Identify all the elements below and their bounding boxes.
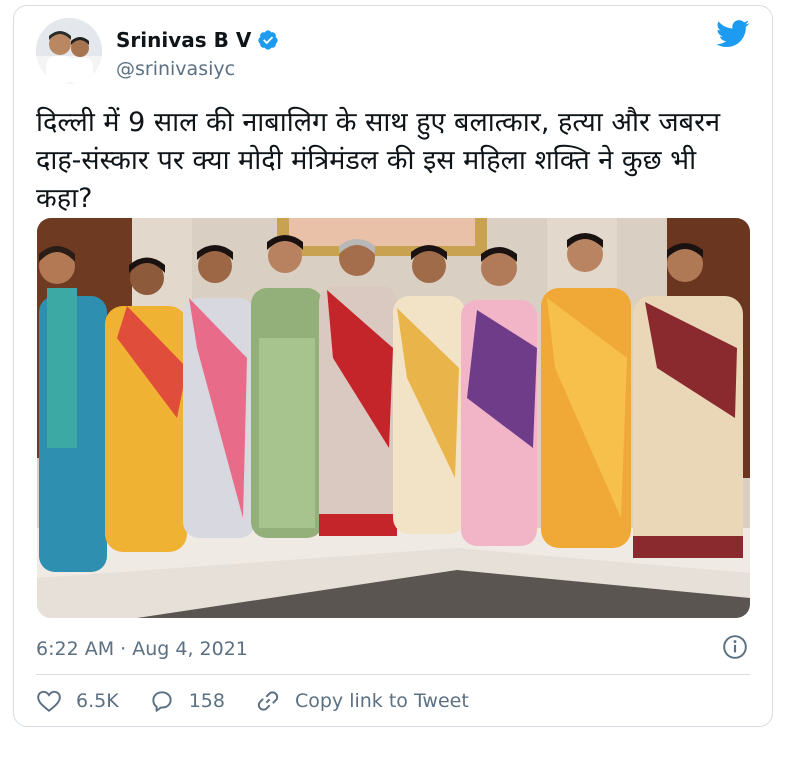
tweet-actions: 6.5K 158 Copy link to Tweet bbox=[36, 688, 499, 714]
reply-button[interactable]: 158 bbox=[149, 688, 225, 714]
tweet-text: दिल्ली में 9 साल की नाबालिग के साथ हुए ब… bbox=[36, 107, 721, 214]
avatar[interactable] bbox=[36, 18, 102, 84]
copy-link-label: Copy link to Tweet bbox=[294, 690, 469, 712]
link-icon bbox=[257, 691, 279, 711]
author-name-row[interactable]: Srinivas B V bbox=[116, 28, 279, 52]
tweet-photo[interactable] bbox=[37, 218, 750, 618]
copy-link-button[interactable]: Copy link to Tweet bbox=[255, 688, 469, 714]
twitter-bird-icon[interactable] bbox=[716, 20, 750, 48]
divider bbox=[36, 674, 750, 675]
reply-bubble-icon bbox=[152, 691, 172, 712]
tweet-timestamp[interactable]: 6:22 AM · Aug 4, 2021 bbox=[36, 638, 248, 660]
heart-icon bbox=[37, 690, 61, 712]
tweet-card: Srinivas B V @srinivasiyc दिल्ली में 9 स… bbox=[13, 5, 773, 727]
reply-count: 158 bbox=[188, 690, 225, 712]
author-handle[interactable]: @srinivasiyc bbox=[116, 58, 235, 80]
like-button[interactable]: 6.5K bbox=[36, 688, 119, 714]
group-photo-image bbox=[37, 218, 750, 618]
display-name[interactable]: Srinivas B V bbox=[116, 28, 251, 52]
verified-badge-icon bbox=[258, 30, 278, 50]
info-icon[interactable] bbox=[722, 634, 748, 660]
like-count: 6.5K bbox=[76, 690, 119, 712]
